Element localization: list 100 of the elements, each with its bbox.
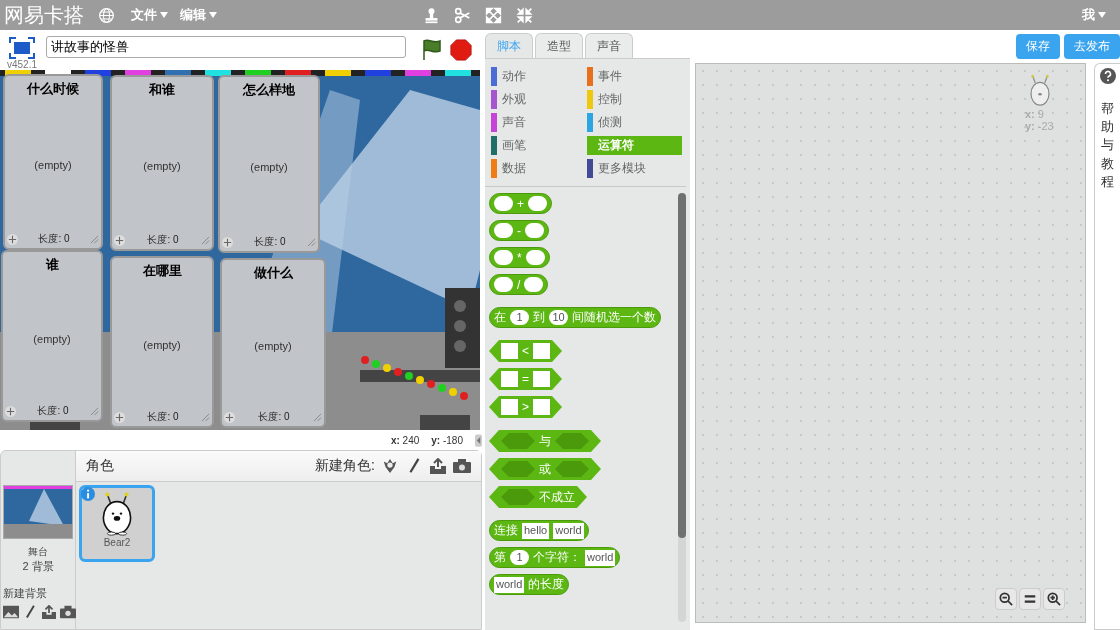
category-item[interactable]: 外观: [491, 90, 587, 109]
sprite-library-icon[interactable]: [381, 458, 399, 474]
category-item[interactable]: 声音: [491, 113, 587, 132]
number-slot[interactable]: 1: [510, 310, 529, 325]
scissors-icon[interactable]: [454, 6, 471, 24]
add-item-icon[interactable]: [114, 234, 125, 246]
add-item-icon[interactable]: [224, 411, 235, 423]
help-icon[interactable]: [1099, 68, 1116, 84]
operator-block[interactable]: -: [489, 220, 549, 241]
palette-scrollbar[interactable]: [678, 193, 686, 622]
list-length-text: 长度: 0: [37, 232, 71, 246]
zoom-in-button[interactable]: [1043, 588, 1065, 610]
text-slot[interactable]: world: [553, 522, 584, 539]
category-item[interactable]: 数据: [491, 159, 587, 178]
operator-block[interactable]: 在 1 到 10 间随机选一个数: [489, 307, 661, 328]
stop-icon[interactable]: [450, 39, 472, 61]
number-slot[interactable]: [528, 196, 547, 211]
reset-zoom-button[interactable]: [1019, 588, 1041, 610]
number-slot[interactable]: [525, 250, 545, 265]
account-menu[interactable]: 我: [1076, 6, 1112, 24]
category-item[interactable]: 动作: [491, 67, 587, 86]
category-item[interactable]: 运算符: [586, 136, 682, 155]
menu-item[interactable]: 文件: [125, 6, 174, 24]
number-slot[interactable]: [524, 277, 544, 292]
scrollbar-thumb[interactable]: [678, 193, 686, 538]
project-title-field[interactable]: 讲故事的怪兽: [46, 36, 406, 58]
editor-tab[interactable]: 声音: [585, 33, 633, 58]
number-slot[interactable]: [494, 223, 513, 238]
add-item-icon[interactable]: [7, 233, 18, 245]
category-item[interactable]: 控制: [586, 90, 682, 109]
operator-block[interactable]: +: [489, 193, 552, 214]
block-label: >: [522, 400, 529, 414]
boolean-slot[interactable]: [555, 461, 589, 477]
operator-block[interactable]: 或: [489, 458, 601, 480]
equals-icon: [1023, 592, 1037, 606]
boolean-slot[interactable]: [501, 489, 535, 505]
boolean-slot[interactable]: [501, 461, 535, 477]
boolean-slot[interactable]: [555, 433, 589, 449]
image-icon[interactable]: [3, 605, 19, 619]
operator-block[interactable]: world 的长度: [489, 574, 570, 595]
resize-handle-icon[interactable]: [201, 235, 210, 245]
upload-icon[interactable]: [41, 605, 57, 619]
resize-handle-icon[interactable]: [307, 237, 316, 247]
zoom-out-icon: [999, 592, 1013, 606]
resize-handle-icon[interactable]: [90, 234, 99, 244]
sprite-tile[interactable]: Bear2: [79, 485, 155, 562]
number-slot[interactable]: [494, 196, 513, 211]
operator-block[interactable]: 连接 hello world: [489, 520, 589, 541]
shrink-icon[interactable]: [516, 6, 533, 24]
new-sprite-label: 新建角色:: [315, 457, 375, 475]
block-label: 间随机选一个数: [572, 309, 656, 326]
add-item-icon[interactable]: [5, 405, 16, 417]
number-slot[interactable]: 1: [510, 550, 529, 565]
add-item-icon[interactable]: [222, 236, 233, 248]
action-button[interactable]: 去发布: [1064, 34, 1120, 59]
menu-item[interactable]: 编辑: [174, 6, 223, 24]
block-label: -: [517, 223, 521, 238]
info-icon[interactable]: [81, 487, 95, 501]
number-slot[interactable]: 10: [549, 310, 568, 325]
help-panel[interactable]: 帮助与教程: [1094, 63, 1120, 630]
operator-block[interactable]: /: [489, 274, 549, 295]
text-slot[interactable]: world: [585, 549, 616, 566]
category-item[interactable]: 事件: [586, 67, 682, 86]
operator-block[interactable]: 与: [489, 430, 601, 452]
list-title: 怎么样地: [243, 81, 295, 99]
flag-icon[interactable]: [420, 38, 444, 62]
operator-block[interactable]: *: [489, 247, 550, 268]
stage-thumbnail[interactable]: [3, 485, 73, 539]
operator-block[interactable]: 不成立: [489, 486, 587, 508]
list-empty-text: (empty): [143, 339, 181, 351]
text-slot[interactable]: hello: [522, 522, 550, 539]
collapse-arrow-icon[interactable]: [475, 433, 482, 447]
fullscreen-icon[interactable]: [9, 36, 35, 59]
camera-icon[interactable]: [453, 458, 471, 474]
zoom-in-icon: [1047, 592, 1061, 606]
list-title: 和谁: [149, 81, 175, 99]
operator-block[interactable]: 第 1 个字符： world: [489, 547, 621, 568]
text-slot[interactable]: world: [494, 576, 525, 593]
number-slot[interactable]: [525, 223, 544, 238]
number-slot[interactable]: [494, 277, 513, 292]
add-item-icon[interactable]: [114, 411, 125, 423]
zoom-out-button[interactable]: [995, 588, 1017, 610]
upload-icon[interactable]: [429, 458, 447, 474]
resize-handle-icon[interactable]: [201, 412, 210, 422]
list-empty-text: (empty): [254, 340, 292, 352]
boolean-slot[interactable]: [501, 433, 535, 449]
category-item[interactable]: 更多模块: [586, 159, 682, 178]
globe-icon[interactable]: [98, 6, 115, 24]
block-label: 与: [539, 432, 551, 450]
camera-icon[interactable]: [60, 605, 76, 619]
editor-tab[interactable]: 造型: [535, 33, 583, 58]
list-empty-text: (empty): [33, 333, 71, 345]
sprite-name: Bear2: [103, 537, 131, 548]
grow-icon[interactable]: [485, 6, 502, 24]
stage-y-coordinate: y: -180: [431, 434, 463, 446]
stamp-icon[interactable]: [423, 6, 440, 24]
resize-handle-icon[interactable]: [90, 406, 99, 416]
number-slot[interactable]: [494, 250, 513, 265]
action-button[interactable]: 保存: [1016, 34, 1060, 59]
resize-handle-icon[interactable]: [313, 412, 322, 422]
